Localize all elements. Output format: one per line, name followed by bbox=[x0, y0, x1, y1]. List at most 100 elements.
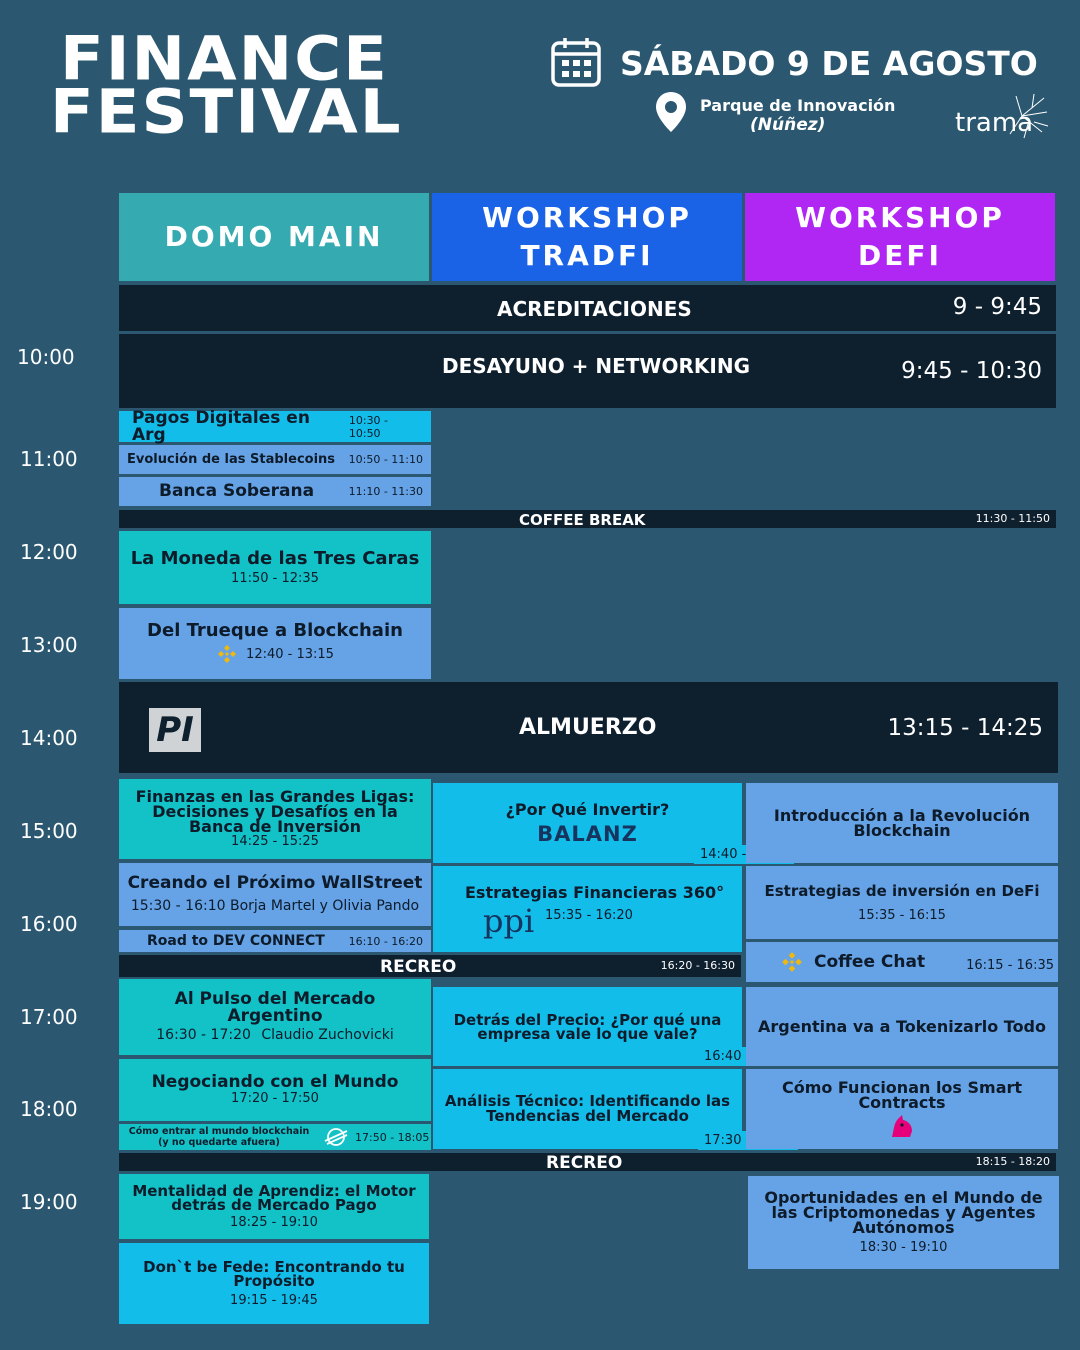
recreo-time: 18:15 - 18:20 bbox=[975, 1155, 1050, 1168]
almuerzo-block: PI ALMUERZO 13:15 - 14:25 bbox=[119, 682, 1058, 773]
acreditaciones-time: 9 - 9:45 bbox=[952, 294, 1042, 320]
tradfi-session-estrategias[interactable]: Estrategias Financieras 360° ppi 15:35 -… bbox=[433, 866, 742, 952]
hour-label: 10:00 bbox=[17, 345, 75, 369]
main-session-banca[interactable]: Banca Soberana 11:10 - 11:30 bbox=[119, 477, 431, 506]
main-session-pagos[interactable]: Pagos Digitales en Arg 10:30 - 10:50 bbox=[119, 407, 431, 445]
hour-label: 15:00 bbox=[20, 819, 78, 843]
session-title: Mentalidad de Aprendiz: el Motor detrás … bbox=[132, 1181, 416, 1214]
session-title: Pagos Digitales en Arg bbox=[132, 407, 310, 445]
main-session-moneda[interactable]: La Moneda de las Tres Caras 11:50 - 12:3… bbox=[119, 531, 431, 604]
trama-brand: trama bbox=[955, 108, 1034, 138]
tradfi-label-2: TRADFI bbox=[520, 239, 654, 272]
session-title: Estrategias Financieras 360° bbox=[465, 883, 725, 902]
main-session-finanzas[interactable]: Finanzas en las Grandes Ligas: Decisione… bbox=[119, 779, 431, 859]
recreo-title: RECREO bbox=[380, 957, 457, 977]
session-time: 19:15 - 19:45 bbox=[230, 1292, 318, 1308]
pi-logo: PI bbox=[149, 708, 201, 752]
column-workshop-tradfi: WORKSHOP TRADFI bbox=[432, 193, 742, 281]
pi-logo-text: PI bbox=[156, 710, 194, 750]
calendar-icon bbox=[550, 36, 602, 88]
session-time: 15:30 - 16:10 bbox=[130, 898, 226, 914]
hour-label: 19:00 bbox=[20, 1190, 78, 1214]
session-title: Creando el Próximo WallStreet bbox=[127, 873, 423, 893]
hour-label: 11:00 bbox=[20, 447, 78, 471]
session-time: 11:50 - 12:35 bbox=[231, 570, 319, 586]
main-session-blockchain-entry[interactable]: Cómo entrar al mundo blockchain (y no qu… bbox=[119, 1124, 431, 1150]
column-domo-main-label: DOMO MAIN bbox=[164, 220, 384, 253]
main-session-mentalidad[interactable]: Mentalidad de Aprendiz: el Motor detrás … bbox=[119, 1174, 429, 1239]
recreo-block-2: RECREO 18:15 - 18:20 bbox=[119, 1153, 1056, 1173]
session-title: Banca Soberana bbox=[159, 481, 315, 501]
almuerzo-title: ALMUERZO bbox=[519, 715, 657, 740]
session-time: 17:20 - 17:50 bbox=[231, 1091, 319, 1106]
session-time: 12:40 - 13:15 bbox=[246, 646, 334, 662]
desayuno-title: DESAYUNO + NETWORKING bbox=[442, 354, 750, 378]
binance-icon bbox=[782, 952, 802, 972]
ppi-logo: ppi bbox=[483, 902, 535, 940]
balanz-logo: BALANZ bbox=[537, 821, 638, 846]
defi-session-estrategias[interactable]: Estrategias de inversión en DeFi 15:35 -… bbox=[746, 866, 1058, 939]
session-title: Negociando con el Mundo bbox=[151, 1072, 399, 1092]
main-session-stablecoins[interactable]: Evolución de las Stablecoins 10:50 - 11:… bbox=[119, 445, 431, 474]
desayuno-time: 9:45 - 10:30 bbox=[901, 358, 1042, 384]
column-domo-main: DOMO MAIN bbox=[119, 193, 429, 281]
defi-session-tokenizar[interactable]: Argentina va a Tokenizarlo Todo bbox=[746, 987, 1058, 1066]
main-session-pulso[interactable]: Al Pulso del Mercado Argentino 16:30 - 1… bbox=[119, 979, 431, 1055]
session-time: 17:50 - 18:05 bbox=[355, 1130, 430, 1144]
stellar-icon bbox=[324, 1128, 348, 1146]
session-speakers: Borja Martel y Olivia Pando bbox=[229, 898, 420, 914]
session-time: 11:10 - 11:30 bbox=[348, 485, 423, 498]
session-title: Análisis Técnico: Identificando las Tend… bbox=[444, 1092, 731, 1125]
event-date: SÁBADO 9 DE AGOSTO bbox=[620, 44, 1038, 83]
session-title: Al Pulso del Mercado Argentino bbox=[174, 989, 376, 1026]
session-speakers: Claudio Zuchovicki bbox=[261, 1027, 394, 1043]
venue-area: (Núñez) bbox=[750, 115, 826, 135]
session-time: 10:50 - 11:10 bbox=[348, 453, 423, 466]
session-title: Don`t be Fede: Encontrando tu Propósito bbox=[143, 1257, 405, 1290]
tradfi-session-tecnico[interactable]: Análisis Técnico: Identificando las Tend… bbox=[433, 1069, 742, 1149]
recreo-block: RECREO 16:20 - 16:30 bbox=[119, 955, 741, 977]
session-time: 16:30 - 17:20 bbox=[156, 1027, 251, 1043]
column-workshop-defi: WORKSHOP DEFI bbox=[745, 193, 1055, 281]
venue-name: Parque de Innovación bbox=[700, 96, 896, 115]
main-session-trueque[interactable]: Del Trueque a Blockchain 12:40 - 13:15 bbox=[119, 608, 431, 679]
session-title: Del Trueque a Blockchain bbox=[147, 620, 403, 641]
desayuno-block: DESAYUNO + NETWORKING 9:45 - 10:30 bbox=[119, 334, 1056, 408]
session-title: Detrás del Precio: ¿Por qué una empresa … bbox=[453, 1010, 722, 1043]
session-time: 18:25 - 19:10 bbox=[230, 1214, 318, 1230]
session-title: Coffee Chat bbox=[814, 951, 926, 972]
session-title: Argentina va a Tokenizarlo Todo bbox=[757, 1017, 1046, 1036]
hour-label: 12:00 bbox=[20, 540, 78, 564]
acreditaciones-title: ACREDITACIONES bbox=[497, 297, 692, 321]
hour-label: 17:00 bbox=[20, 1005, 78, 1029]
coffee-break-block: COFFEE BREAK 11:30 - 11:50 bbox=[119, 510, 1056, 529]
session-time: 10:30 - 10:50 bbox=[348, 413, 389, 440]
session-title: Cómo Funcionan los Smart Contracts bbox=[781, 1077, 1023, 1112]
defi-session-oportunidades[interactable]: Oportunidades en el Mundo de las Criptom… bbox=[748, 1176, 1059, 1269]
main-session-wallstreet[interactable]: Creando el Próximo WallStreet 15:30 - 16… bbox=[119, 863, 431, 926]
hour-label: 14:00 bbox=[20, 726, 78, 750]
defi-label-1: WORKSHOP bbox=[795, 201, 1005, 234]
recreo-time: 16:20 - 16:30 bbox=[660, 959, 735, 972]
unicorn-icon bbox=[892, 1114, 912, 1137]
session-title: La Moneda de las Tres Caras bbox=[130, 547, 420, 569]
defi-session-intro[interactable]: Introducción a la Revolución Blockchain bbox=[746, 783, 1058, 863]
main-session-fede[interactable]: Don`t be Fede: Encontrando tu Propósito … bbox=[119, 1243, 429, 1324]
tradfi-label-1: WORKSHOP bbox=[482, 201, 692, 234]
defi-session-smart-contracts[interactable]: Cómo Funcionan los Smart Contracts bbox=[746, 1069, 1058, 1149]
hour-label: 18:00 bbox=[20, 1097, 78, 1121]
tradfi-session-precio[interactable]: Detrás del Precio: ¿Por qué una empresa … bbox=[433, 987, 742, 1066]
coffee-break-title: COFFEE BREAK bbox=[519, 511, 646, 529]
defi-session-coffee-chat[interactable]: Coffee Chat 16:15 - 16:35 bbox=[746, 942, 1058, 982]
session-time: 15:35 - 16:15 bbox=[858, 907, 946, 923]
main-session-negociando[interactable]: Negociando con el Mundo 17:20 - 17:50 bbox=[119, 1059, 431, 1121]
hour-label: 16:00 bbox=[20, 912, 78, 936]
session-title: Finanzas en las Grandes Ligas: Decisione… bbox=[135, 787, 415, 836]
session-time: 16:10 - 16:20 bbox=[348, 934, 423, 948]
almuerzo-time: 13:15 - 14:25 bbox=[887, 715, 1044, 741]
session-time: 18:30 - 19:10 bbox=[859, 1240, 948, 1255]
session-time: 15:35 - 16:20 bbox=[545, 908, 633, 923]
session-title: Evolución de las Stablecoins bbox=[127, 452, 336, 467]
coffee-break-time: 11:30 - 11:50 bbox=[975, 512, 1050, 525]
main-session-devconnect[interactable]: Road to DEV CONNECT 16:10 - 16:20 bbox=[119, 930, 431, 952]
